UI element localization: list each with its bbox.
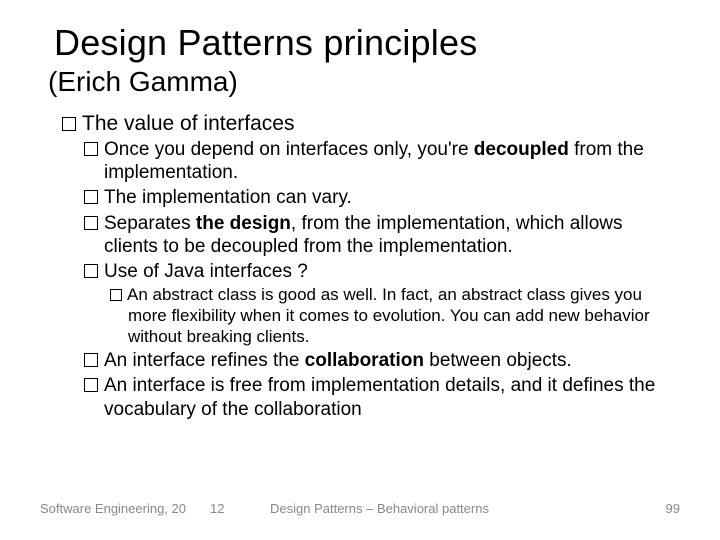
bullet-level2: An interface refines the collaboration b… xyxy=(84,349,680,372)
square-bullet-icon xyxy=(110,289,122,301)
footer-left: Software Engineering, 20 xyxy=(40,501,186,516)
bullet-level2: An interface is free from implementation… xyxy=(84,374,680,420)
footer-mid: 12 xyxy=(210,501,224,516)
bullet-level3: An abstract class is good as well. In fa… xyxy=(110,285,680,347)
slide-title: Design Patterns principles xyxy=(54,22,680,64)
text: The implementation can vary. xyxy=(104,187,352,208)
footer-page: 99 xyxy=(666,501,680,516)
square-bullet-icon xyxy=(84,264,98,278)
text: The value of interfaces xyxy=(82,112,294,135)
square-bullet-icon xyxy=(62,117,76,131)
text-bold: the design xyxy=(196,213,291,234)
text: Separates xyxy=(104,213,196,234)
bullet-level2: Separates the design, from the implement… xyxy=(84,212,680,258)
text: between objects. xyxy=(424,350,572,371)
text: An interface is free from implementation… xyxy=(104,375,655,419)
text-bold: decoupled xyxy=(474,139,569,160)
bullet-level2: The implementation can vary. xyxy=(84,186,680,209)
square-bullet-icon xyxy=(84,378,98,392)
text: Once you depend on interfaces only, you'… xyxy=(104,139,474,160)
bullet-level2: Use of Java interfaces ? xyxy=(84,260,680,283)
footer-center: Design Patterns – Behavioral patterns xyxy=(270,501,489,516)
text: An interface refines the xyxy=(104,350,305,371)
text: An abstract class is good as well. In fa… xyxy=(127,285,650,345)
square-bullet-icon xyxy=(84,142,98,156)
text: Use of Java interfaces ? xyxy=(104,261,308,282)
bullet-level1: The value of interfaces xyxy=(62,112,680,136)
square-bullet-icon xyxy=(84,190,98,204)
text-bold: collaboration xyxy=(305,350,424,371)
slide: Design Patterns principles (Erich Gamma)… xyxy=(0,0,720,540)
square-bullet-icon xyxy=(84,353,98,367)
slide-subtitle: (Erich Gamma) xyxy=(48,66,680,98)
square-bullet-icon xyxy=(84,216,98,230)
bullet-level2: Once you depend on interfaces only, you'… xyxy=(84,138,680,184)
